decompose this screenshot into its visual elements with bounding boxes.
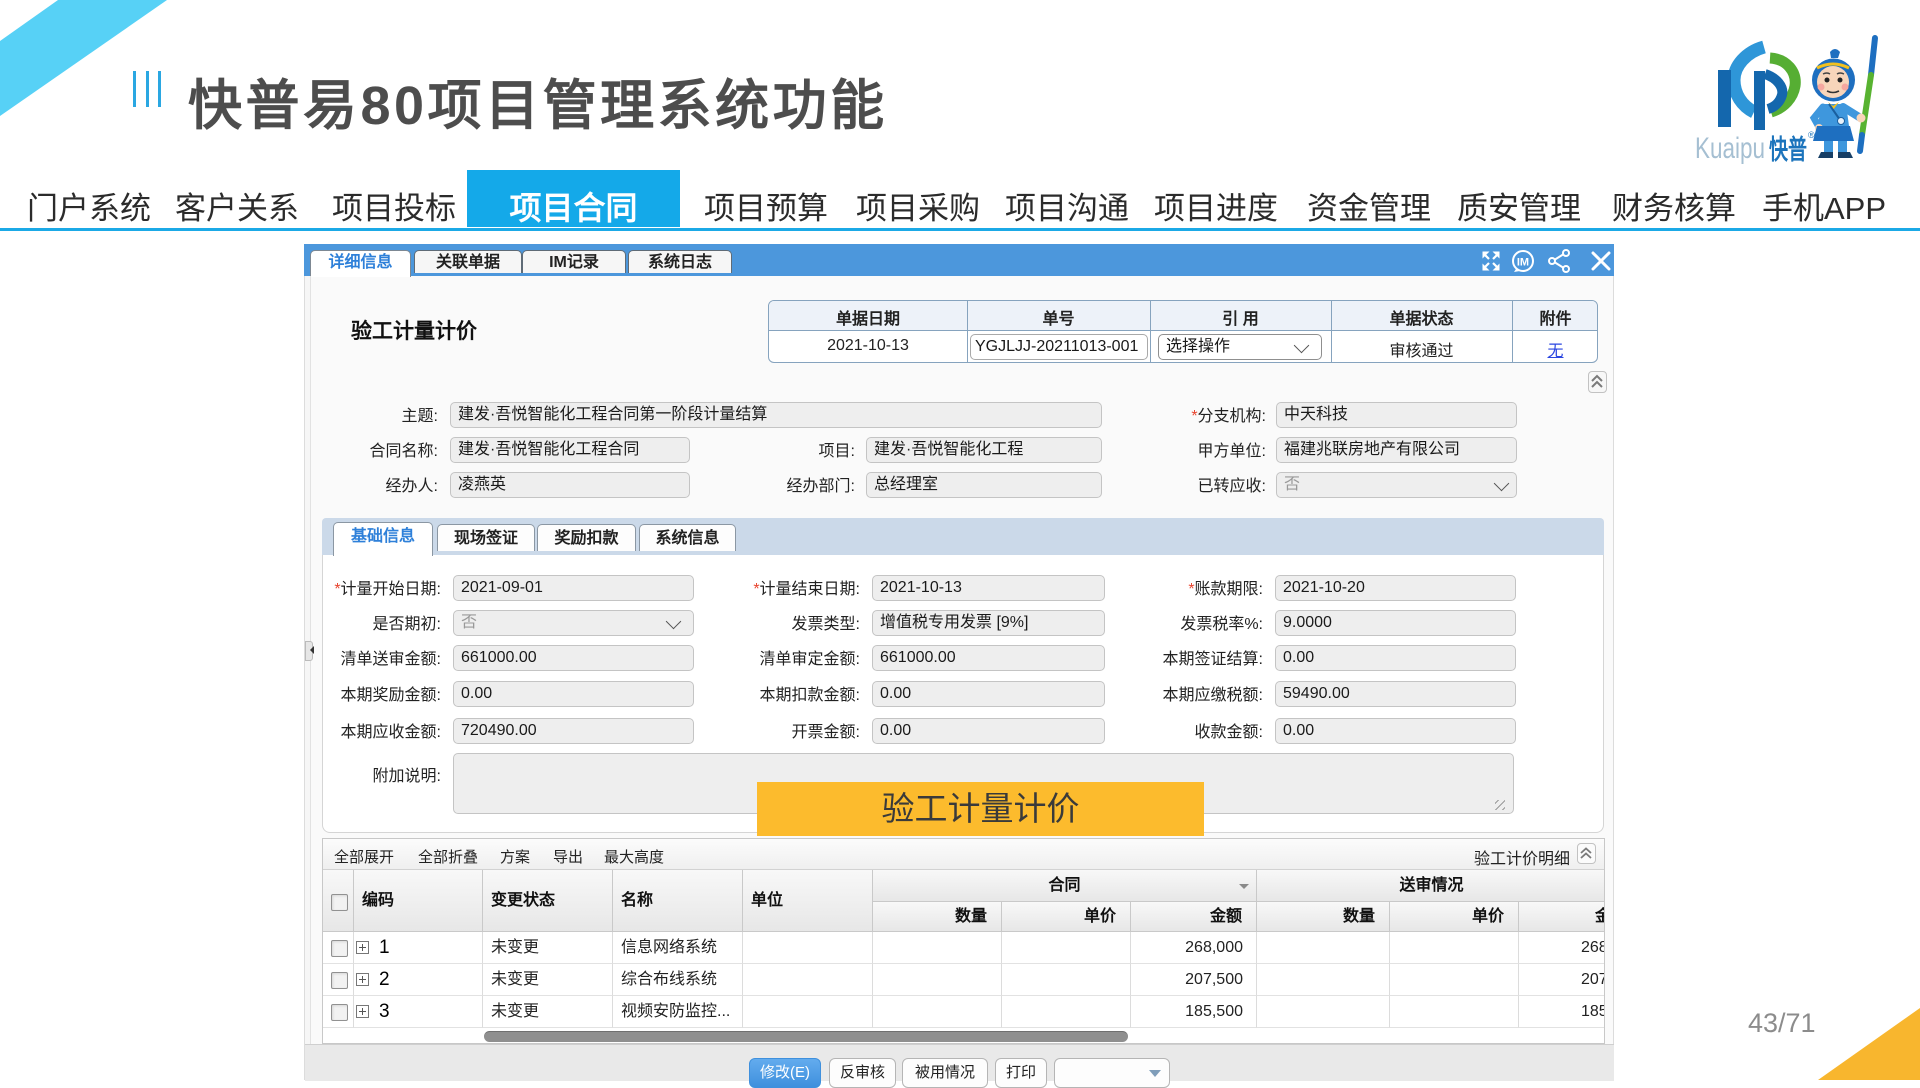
svg-text:Kuaipu: Kuaipu xyxy=(1695,132,1765,165)
svg-text:IM: IM xyxy=(1517,257,1529,269)
svg-text:快普: 快普 xyxy=(1769,134,1807,165)
